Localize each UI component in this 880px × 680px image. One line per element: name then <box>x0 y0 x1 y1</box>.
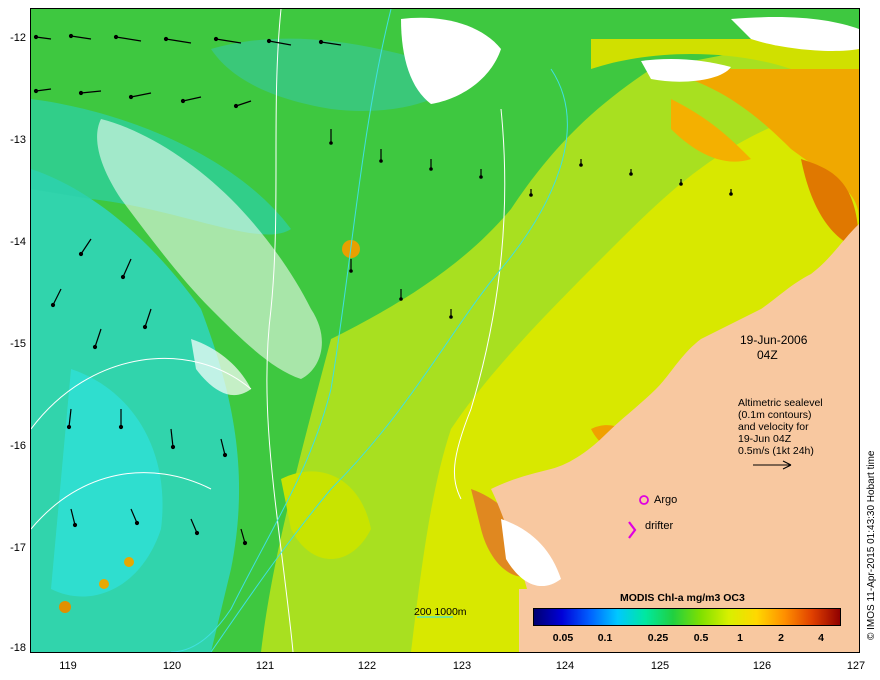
altimetry-line: Altimetric sealevel <box>738 397 823 409</box>
chlorophyll-map <box>31 9 859 652</box>
colorbar-tick: 2 <box>778 632 784 644</box>
colorbar-title: MODIS Chl-a mg/m3 OC3 <box>620 592 745 604</box>
altimetry-line: (0.1m contours) <box>738 409 812 421</box>
colorbar <box>533 608 841 626</box>
y-tick-label: -16 <box>10 440 26 452</box>
x-tick-label: 122 <box>357 660 377 672</box>
y-tick-label: -18 <box>10 642 26 654</box>
colorbar-tick: 0.1 <box>597 632 613 644</box>
altimetry-note: Altimetric sealevel (0.1m contours) and … <box>738 397 823 457</box>
y-tick-label: -13 <box>10 134 26 146</box>
y-tick-label: -17 <box>10 542 26 554</box>
x-tick-label: 120 <box>162 660 182 672</box>
colorbar-tick: 0.05 <box>552 632 574 644</box>
x-tick-label: 127 <box>846 660 866 672</box>
y-tick-label: -15 <box>10 338 26 350</box>
altimetry-line: and velocity for <box>738 421 809 433</box>
colorbar-tick: 1 <box>737 632 743 644</box>
map-frame <box>30 8 860 653</box>
credit-label: © IMOS 11-Apr-2015 01:43:30 Hobart time <box>866 450 877 641</box>
argo-label: Argo <box>654 494 678 506</box>
y-tick-label: -14 <box>10 236 26 248</box>
x-tick-label: 123 <box>452 660 472 672</box>
depth-contour-label: 200 1000m <box>414 606 467 618</box>
altimetry-line: 19-Jun 04Z <box>738 433 792 445</box>
time-label: 04Z <box>757 348 778 362</box>
x-tick-label: 125 <box>650 660 670 672</box>
colorbar-tick: 0.25 <box>647 632 669 644</box>
y-tick-label: -12 <box>10 32 26 44</box>
date-label: 19-Jun-2006 <box>740 333 808 347</box>
x-tick-label: 121 <box>255 660 275 672</box>
drifter-label: drifter <box>645 520 674 532</box>
x-tick-label: 126 <box>752 660 772 672</box>
colorbar-tick: 0.5 <box>693 632 709 644</box>
altimetry-line: 0.5m/s (1kt 24h) <box>738 445 814 457</box>
x-tick-label: 124 <box>555 660 575 672</box>
colorbar-tick: 4 <box>818 632 824 644</box>
x-tick-label: 119 <box>59 660 77 672</box>
